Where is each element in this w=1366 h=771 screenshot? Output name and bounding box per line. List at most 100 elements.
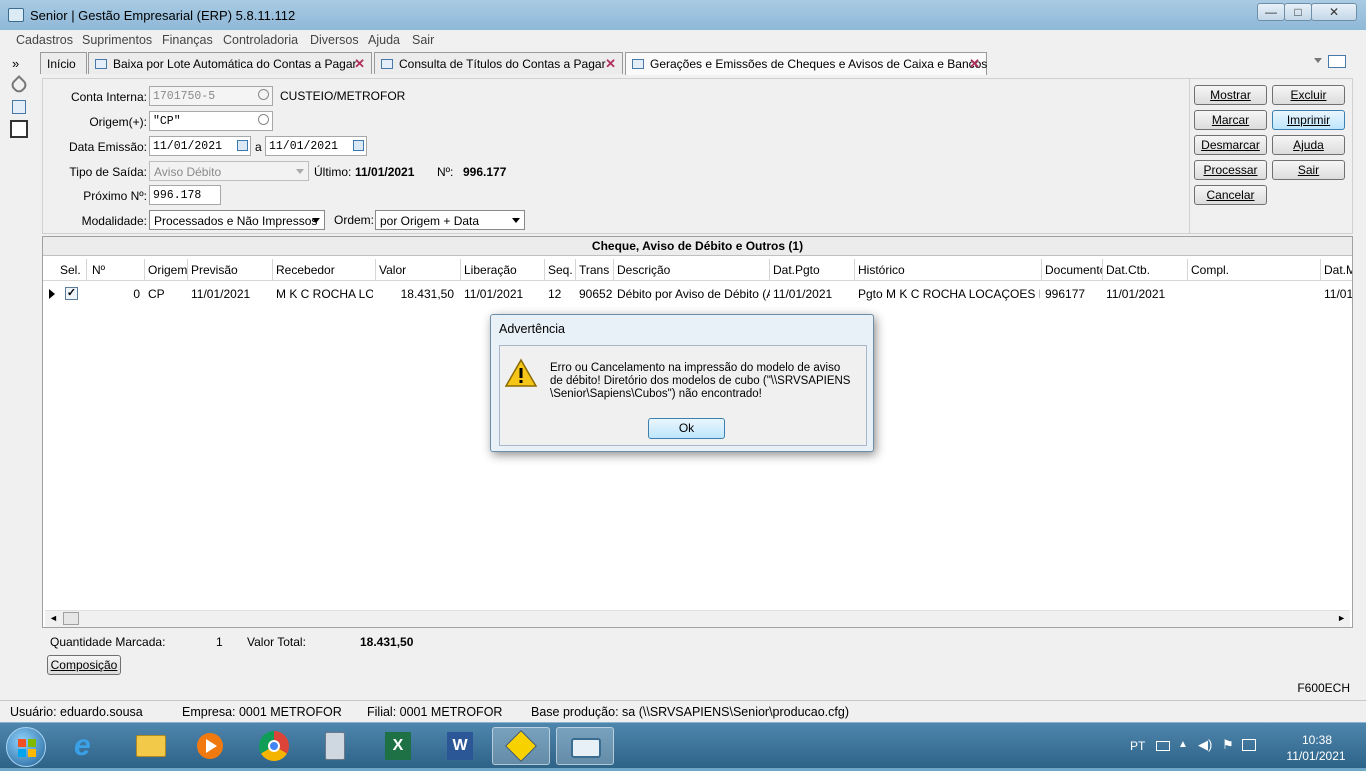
scroll-right-icon[interactable]: ► bbox=[1337, 613, 1346, 623]
word-icon[interactable]: W bbox=[431, 727, 489, 765]
window-title: Senior | Gestão Empresarial (ERP) 5.8.11… bbox=[30, 8, 296, 23]
network-icon[interactable] bbox=[1242, 739, 1256, 751]
data-emissao-from-field[interactable]: 11/01/2021 bbox=[149, 136, 251, 156]
conta-interna-description: CUSTEIO/METROFOR bbox=[280, 89, 406, 103]
excel-icon[interactable]: X bbox=[369, 727, 427, 765]
horizontal-scrollbar[interactable]: ◄ ► bbox=[45, 610, 1350, 627]
column-header[interactable]: Valor bbox=[376, 259, 461, 281]
calendar-icon[interactable] bbox=[353, 140, 364, 151]
dialog-message: Erro ou Cancelamento na impressão do mod… bbox=[550, 362, 851, 400]
cell-documento: 996177 bbox=[1045, 287, 1086, 301]
sair-button[interactable]: Sair bbox=[1272, 160, 1345, 180]
tipo-saida-select[interactable]: Aviso Débito bbox=[149, 161, 309, 181]
modalidade-select[interactable]: Processados e Não Impressos bbox=[149, 210, 325, 230]
desmarcar-button[interactable]: Desmarcar bbox=[1194, 135, 1267, 155]
close-tab-icon[interactable]: ✕ bbox=[605, 56, 616, 72]
menu-controladoria[interactable]: Controladoria bbox=[223, 33, 298, 47]
proximo-field[interactable]: 996.178 bbox=[149, 185, 221, 205]
column-header[interactable]: Nº bbox=[89, 259, 145, 281]
form-icon bbox=[632, 59, 644, 69]
tipo-saida-label: Tipo de Saída: bbox=[69, 165, 147, 179]
imprimir-button[interactable]: Imprimir bbox=[1272, 110, 1345, 130]
marcar-button[interactable]: Marcar bbox=[1194, 110, 1267, 130]
senior-erp-icon[interactable] bbox=[556, 727, 614, 765]
composicao-button[interactable]: Composição bbox=[47, 655, 121, 675]
search-icon[interactable] bbox=[258, 114, 269, 125]
window-icon[interactable] bbox=[12, 100, 26, 114]
excluir-button[interactable]: Excluir bbox=[1272, 85, 1345, 105]
column-header[interactable]: Compl. bbox=[1188, 259, 1321, 281]
restore-panel-icon[interactable] bbox=[1328, 55, 1346, 68]
menu-financas[interactable]: Finanças bbox=[162, 33, 213, 47]
cancelar-button[interactable]: Cancelar bbox=[1194, 185, 1267, 205]
calculator-icon[interactable] bbox=[306, 727, 364, 765]
tab-list-chevron-icon[interactable] bbox=[1314, 58, 1322, 63]
start-button[interactable] bbox=[6, 727, 46, 767]
scroll-left-icon[interactable]: ◄ bbox=[49, 613, 58, 623]
volume-icon[interactable]: ◀) bbox=[1198, 737, 1212, 753]
maximize-button[interactable]: □ bbox=[1284, 3, 1312, 21]
file-explorer-icon[interactable] bbox=[122, 727, 180, 765]
origem-field[interactable]: "CP" bbox=[149, 111, 273, 131]
tab-geracoes-emissoes[interactable]: Gerações e Emissões de Cheques e Avisos … bbox=[625, 52, 987, 75]
ordem-select[interactable]: por Origem + Data bbox=[375, 210, 525, 230]
wrench-icon[interactable] bbox=[9, 75, 29, 95]
tab-consulta-titulos[interactable]: Consulta de Títulos do Contas a Pagar ✕ bbox=[374, 52, 623, 74]
processar-button[interactable]: Processar bbox=[1194, 160, 1267, 180]
app-icon bbox=[8, 8, 24, 22]
search-icon[interactable] bbox=[258, 89, 269, 100]
flag-icon[interactable]: ⚑ bbox=[1222, 737, 1234, 753]
quantidade-marcada-value: 1 bbox=[216, 635, 223, 649]
document-list-icon[interactable] bbox=[10, 120, 28, 138]
tab-inicio[interactable]: Início bbox=[40, 52, 87, 74]
column-header[interactable]: Dat.Ctb. bbox=[1103, 259, 1188, 281]
calendar-icon[interactable] bbox=[237, 140, 248, 151]
expand-icon[interactable]: » bbox=[12, 56, 19, 71]
menu-diversos[interactable]: Diversos bbox=[310, 33, 359, 47]
language-indicator[interactable]: PT bbox=[1130, 739, 1145, 753]
media-player-icon[interactable] bbox=[181, 727, 239, 765]
taskbar: e X W PT ▲ ◀) ⚑ 10:38 11/01/2021 bbox=[0, 722, 1366, 768]
column-header[interactable]: Origem bbox=[145, 259, 188, 281]
data-emissao-label: Data Emissão: bbox=[68, 140, 147, 154]
banco-do-brasil-icon[interactable] bbox=[492, 727, 550, 765]
column-header[interactable]: Previsão bbox=[188, 259, 273, 281]
conta-interna-field[interactable]: 1701750-5 bbox=[149, 86, 273, 106]
grid-header: Sel. Nº Origem Previsão Recebedor Valor … bbox=[43, 259, 1352, 281]
column-header[interactable]: Sel. bbox=[57, 259, 87, 281]
column-header[interactable]: Dat.M bbox=[1321, 259, 1352, 281]
clock-time[interactable]: 10:38 bbox=[1282, 733, 1352, 747]
status-base: Base produção: sa (\\SRVSAPIENS\Senior\p… bbox=[531, 705, 849, 719]
chrome-icon[interactable] bbox=[245, 727, 303, 765]
close-tab-icon[interactable]: ✕ bbox=[354, 56, 365, 72]
data-emissao-to-field[interactable]: 11/01/2021 bbox=[265, 136, 367, 156]
close-button[interactable]: ✕ bbox=[1311, 3, 1357, 21]
scroll-thumb[interactable] bbox=[63, 612, 79, 625]
column-header[interactable]: Histórico bbox=[855, 259, 1042, 281]
menu-ajuda[interactable]: Ajuda bbox=[368, 33, 400, 47]
column-header[interactable]: Recebedor bbox=[273, 259, 376, 281]
close-tab-icon[interactable]: ✕ bbox=[969, 56, 980, 72]
table-row[interactable]: ✓ 0 CP 11/01/2021 M K C ROCHA LOCAÇ 18.4… bbox=[43, 283, 1352, 305]
dialog-body: Erro ou Cancelamento na impressão do mod… bbox=[499, 345, 867, 446]
keyboard-icon[interactable] bbox=[1156, 741, 1170, 751]
minimize-button[interactable]: — bbox=[1257, 3, 1285, 21]
ok-button[interactable]: Ok bbox=[648, 418, 725, 439]
column-header[interactable]: Trans bbox=[576, 259, 614, 281]
menu-suprimentos[interactable]: Suprimentos bbox=[82, 33, 152, 47]
column-header[interactable]: Documento bbox=[1042, 259, 1103, 281]
row-select-checkbox[interactable]: ✓ bbox=[65, 287, 78, 300]
menu-sair[interactable]: Sair bbox=[412, 33, 434, 47]
internet-explorer-icon[interactable]: e bbox=[60, 727, 118, 765]
cell-trans: 90652 bbox=[579, 287, 613, 301]
column-header[interactable]: Descrição bbox=[614, 259, 770, 281]
menu-cadastros[interactable]: Cadastros bbox=[16, 33, 73, 47]
tab-baixa-por-lote[interactable]: Baixa por Lote Automática do Contas a Pa… bbox=[88, 52, 372, 74]
column-header[interactable]: Liberação bbox=[461, 259, 545, 281]
clock-date[interactable]: 11/01/2021 bbox=[1276, 749, 1356, 763]
column-header[interactable]: Seq. bbox=[545, 259, 576, 281]
tray-expand-icon[interactable]: ▲ bbox=[1178, 739, 1188, 750]
column-header[interactable]: Dat.Pgto bbox=[770, 259, 855, 281]
mostrar-button[interactable]: Mostrar bbox=[1194, 85, 1267, 105]
ajuda-button[interactable]: Ajuda bbox=[1272, 135, 1345, 155]
